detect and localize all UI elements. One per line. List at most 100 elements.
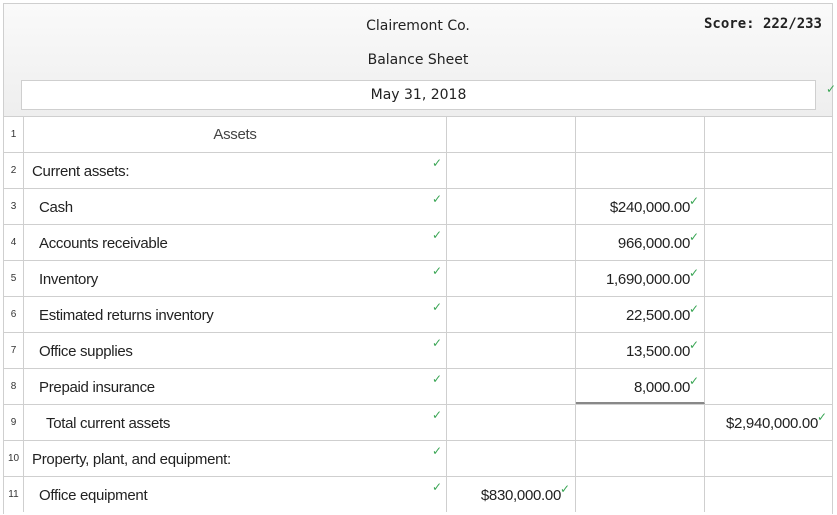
table-row: 11 Office equipment ✓ $830,000.00 ✓ bbox=[4, 476, 832, 512]
table-row: 10 Property, plant, and equipment: ✓ bbox=[4, 440, 832, 476]
check-icon: ✓ bbox=[688, 230, 699, 244]
row-number: 5 bbox=[4, 261, 24, 296]
amount-cell-col4[interactable] bbox=[705, 297, 832, 332]
amount-cell-col2[interactable] bbox=[447, 261, 576, 296]
row-number: 10 bbox=[4, 441, 24, 476]
check-icon: ✓ bbox=[431, 264, 442, 278]
amount-cell-col3[interactable]: 13,500.00 ✓ bbox=[576, 333, 705, 368]
check-icon: ✓ bbox=[688, 302, 699, 316]
amount-cell-col2[interactable] bbox=[447, 369, 576, 404]
balance-sheet-panel: Clairemont Co. Balance Sheet May 31, 201… bbox=[3, 3, 836, 514]
amount-cell-col4[interactable] bbox=[705, 369, 832, 404]
amount-cell-col4[interactable] bbox=[705, 333, 832, 368]
table-row: 6 Estimated returns inventory ✓ 22,500.0… bbox=[4, 296, 832, 332]
label-cell[interactable]: Property, plant, and equipment: ✓ bbox=[24, 441, 447, 476]
amount-cell-col3[interactable]: 8,000.00 ✓ bbox=[576, 369, 705, 404]
amount-value: $240,000.00 bbox=[609, 199, 690, 216]
amount-cell-col4[interactable] bbox=[705, 441, 832, 476]
row-label: Accounts receivable bbox=[39, 235, 168, 252]
amount-cell-col4[interactable]: $2,940,000.00 ✓ bbox=[705, 405, 832, 440]
assets-heading: Assets bbox=[213, 126, 257, 143]
check-icon: ✓ bbox=[816, 410, 827, 424]
row-number: 7 bbox=[4, 333, 24, 368]
row-number: 6 bbox=[4, 297, 24, 332]
table-row: 4 Accounts receivable ✓ 966,000.00 ✓ bbox=[4, 224, 832, 260]
label-cell[interactable]: Inventory ✓ bbox=[24, 261, 447, 296]
row-number: 3 bbox=[4, 189, 24, 224]
amount-cell-col4[interactable] bbox=[705, 153, 832, 188]
row-label: Prepaid insurance bbox=[39, 379, 155, 396]
check-icon: ✓ bbox=[559, 482, 570, 496]
amount-cell-col3[interactable] bbox=[576, 405, 705, 440]
amount-cell-col2[interactable] bbox=[447, 189, 576, 224]
label-cell[interactable]: Accounts receivable ✓ bbox=[24, 225, 447, 260]
amount-value: 1,690,000.00 bbox=[606, 271, 690, 288]
amount-cell-col2[interactable] bbox=[447, 333, 576, 368]
row-number: 11 bbox=[4, 477, 24, 512]
amount-cell-col2[interactable] bbox=[447, 405, 576, 440]
amount-cell-col4[interactable] bbox=[705, 189, 832, 224]
table-row: 7 Office supplies ✓ 13,500.00 ✓ bbox=[4, 332, 832, 368]
label-cell[interactable]: Assets bbox=[24, 117, 447, 152]
amount-cell-col2[interactable] bbox=[447, 153, 576, 188]
amount-cell-col4[interactable] bbox=[705, 117, 832, 152]
row-label: Inventory bbox=[39, 271, 98, 288]
amount-cell-col3[interactable]: $240,000.00 ✓ bbox=[576, 189, 705, 224]
amount-cell-col2[interactable] bbox=[447, 441, 576, 476]
label-cell[interactable]: Office equipment ✓ bbox=[24, 477, 447, 512]
table-row: 2 Current assets: ✓ bbox=[4, 152, 832, 188]
label-cell[interactable]: Office supplies ✓ bbox=[24, 333, 447, 368]
row-number: 1 bbox=[4, 117, 24, 152]
row-label: Total current assets bbox=[46, 415, 171, 432]
amount-cell-col3[interactable] bbox=[576, 477, 705, 512]
amount-cell-col2[interactable] bbox=[447, 117, 576, 152]
amount-value: $2,940,000.00 bbox=[725, 415, 818, 432]
check-icon: ✓ bbox=[431, 480, 442, 494]
amount-cell-col4[interactable] bbox=[705, 261, 832, 296]
amount-cell-col2[interactable] bbox=[447, 297, 576, 332]
table-row: 1 Assets bbox=[4, 116, 832, 152]
amount-value: 8,000.00 bbox=[634, 379, 690, 396]
check-icon: ✓ bbox=[431, 444, 442, 458]
label-cell[interactable]: Cash ✓ bbox=[24, 189, 447, 224]
amount-cell-col4[interactable] bbox=[705, 225, 832, 260]
amount-cell-col3[interactable] bbox=[576, 153, 705, 188]
check-icon: ✓ bbox=[431, 408, 442, 422]
sheet-header: Clairemont Co. Balance Sheet May 31, 201… bbox=[4, 4, 836, 116]
check-icon: ✓ bbox=[688, 338, 699, 352]
check-icon: ✓ bbox=[431, 372, 442, 386]
check-icon: ✓ bbox=[688, 266, 699, 280]
row-label: Estimated returns inventory bbox=[39, 307, 214, 324]
row-number: 9 bbox=[4, 405, 24, 440]
check-icon: ✓ bbox=[688, 194, 699, 208]
statement-title: Balance Sheet bbox=[367, 52, 469, 68]
amount-cell-col3[interactable]: 1,690,000.00 ✓ bbox=[576, 261, 705, 296]
amount-cell-col3[interactable]: 22,500.00 ✓ bbox=[576, 297, 705, 332]
label-cell[interactable]: Estimated returns inventory ✓ bbox=[24, 297, 447, 332]
table-row: 5 Inventory ✓ 1,690,000.00 ✓ bbox=[4, 260, 832, 296]
amount-value: 13,500.00 bbox=[625, 343, 690, 360]
row-label: Office supplies bbox=[39, 343, 133, 360]
table-row: 3 Cash ✓ $240,000.00 ✓ bbox=[4, 188, 832, 224]
amount-cell-col2[interactable] bbox=[447, 225, 576, 260]
date-check-icon: ✓ bbox=[826, 82, 837, 96]
amount-cell-col2[interactable]: $830,000.00 ✓ bbox=[447, 477, 576, 512]
label-cell[interactable]: Total current assets ✓ bbox=[24, 405, 447, 440]
amount-cell-col3[interactable] bbox=[576, 117, 705, 152]
amount-value: $830,000.00 bbox=[480, 487, 561, 504]
label-cell[interactable]: Prepaid insurance ✓ bbox=[24, 369, 447, 404]
date-input[interactable]: May 31, 2018 bbox=[21, 80, 816, 110]
amount-cell-col3[interactable] bbox=[576, 441, 705, 476]
table-row: 8 Prepaid insurance ✓ 8,000.00 ✓ bbox=[4, 368, 832, 404]
row-number: 2 bbox=[4, 153, 24, 188]
amount-cell-col4[interactable] bbox=[705, 477, 832, 512]
row-number: 8 bbox=[4, 369, 24, 404]
check-icon: ✓ bbox=[431, 300, 442, 314]
row-label: Property, plant, and equipment: bbox=[32, 451, 231, 468]
label-cell[interactable]: Current assets: ✓ bbox=[24, 153, 447, 188]
check-icon: ✓ bbox=[431, 228, 442, 242]
amount-cell-col3[interactable]: 966,000.00 ✓ bbox=[576, 225, 705, 260]
row-label: Office equipment bbox=[39, 487, 148, 504]
table-row: 9 Total current assets ✓ $2,940,000.00 ✓ bbox=[4, 404, 832, 440]
check-icon: ✓ bbox=[431, 336, 442, 350]
